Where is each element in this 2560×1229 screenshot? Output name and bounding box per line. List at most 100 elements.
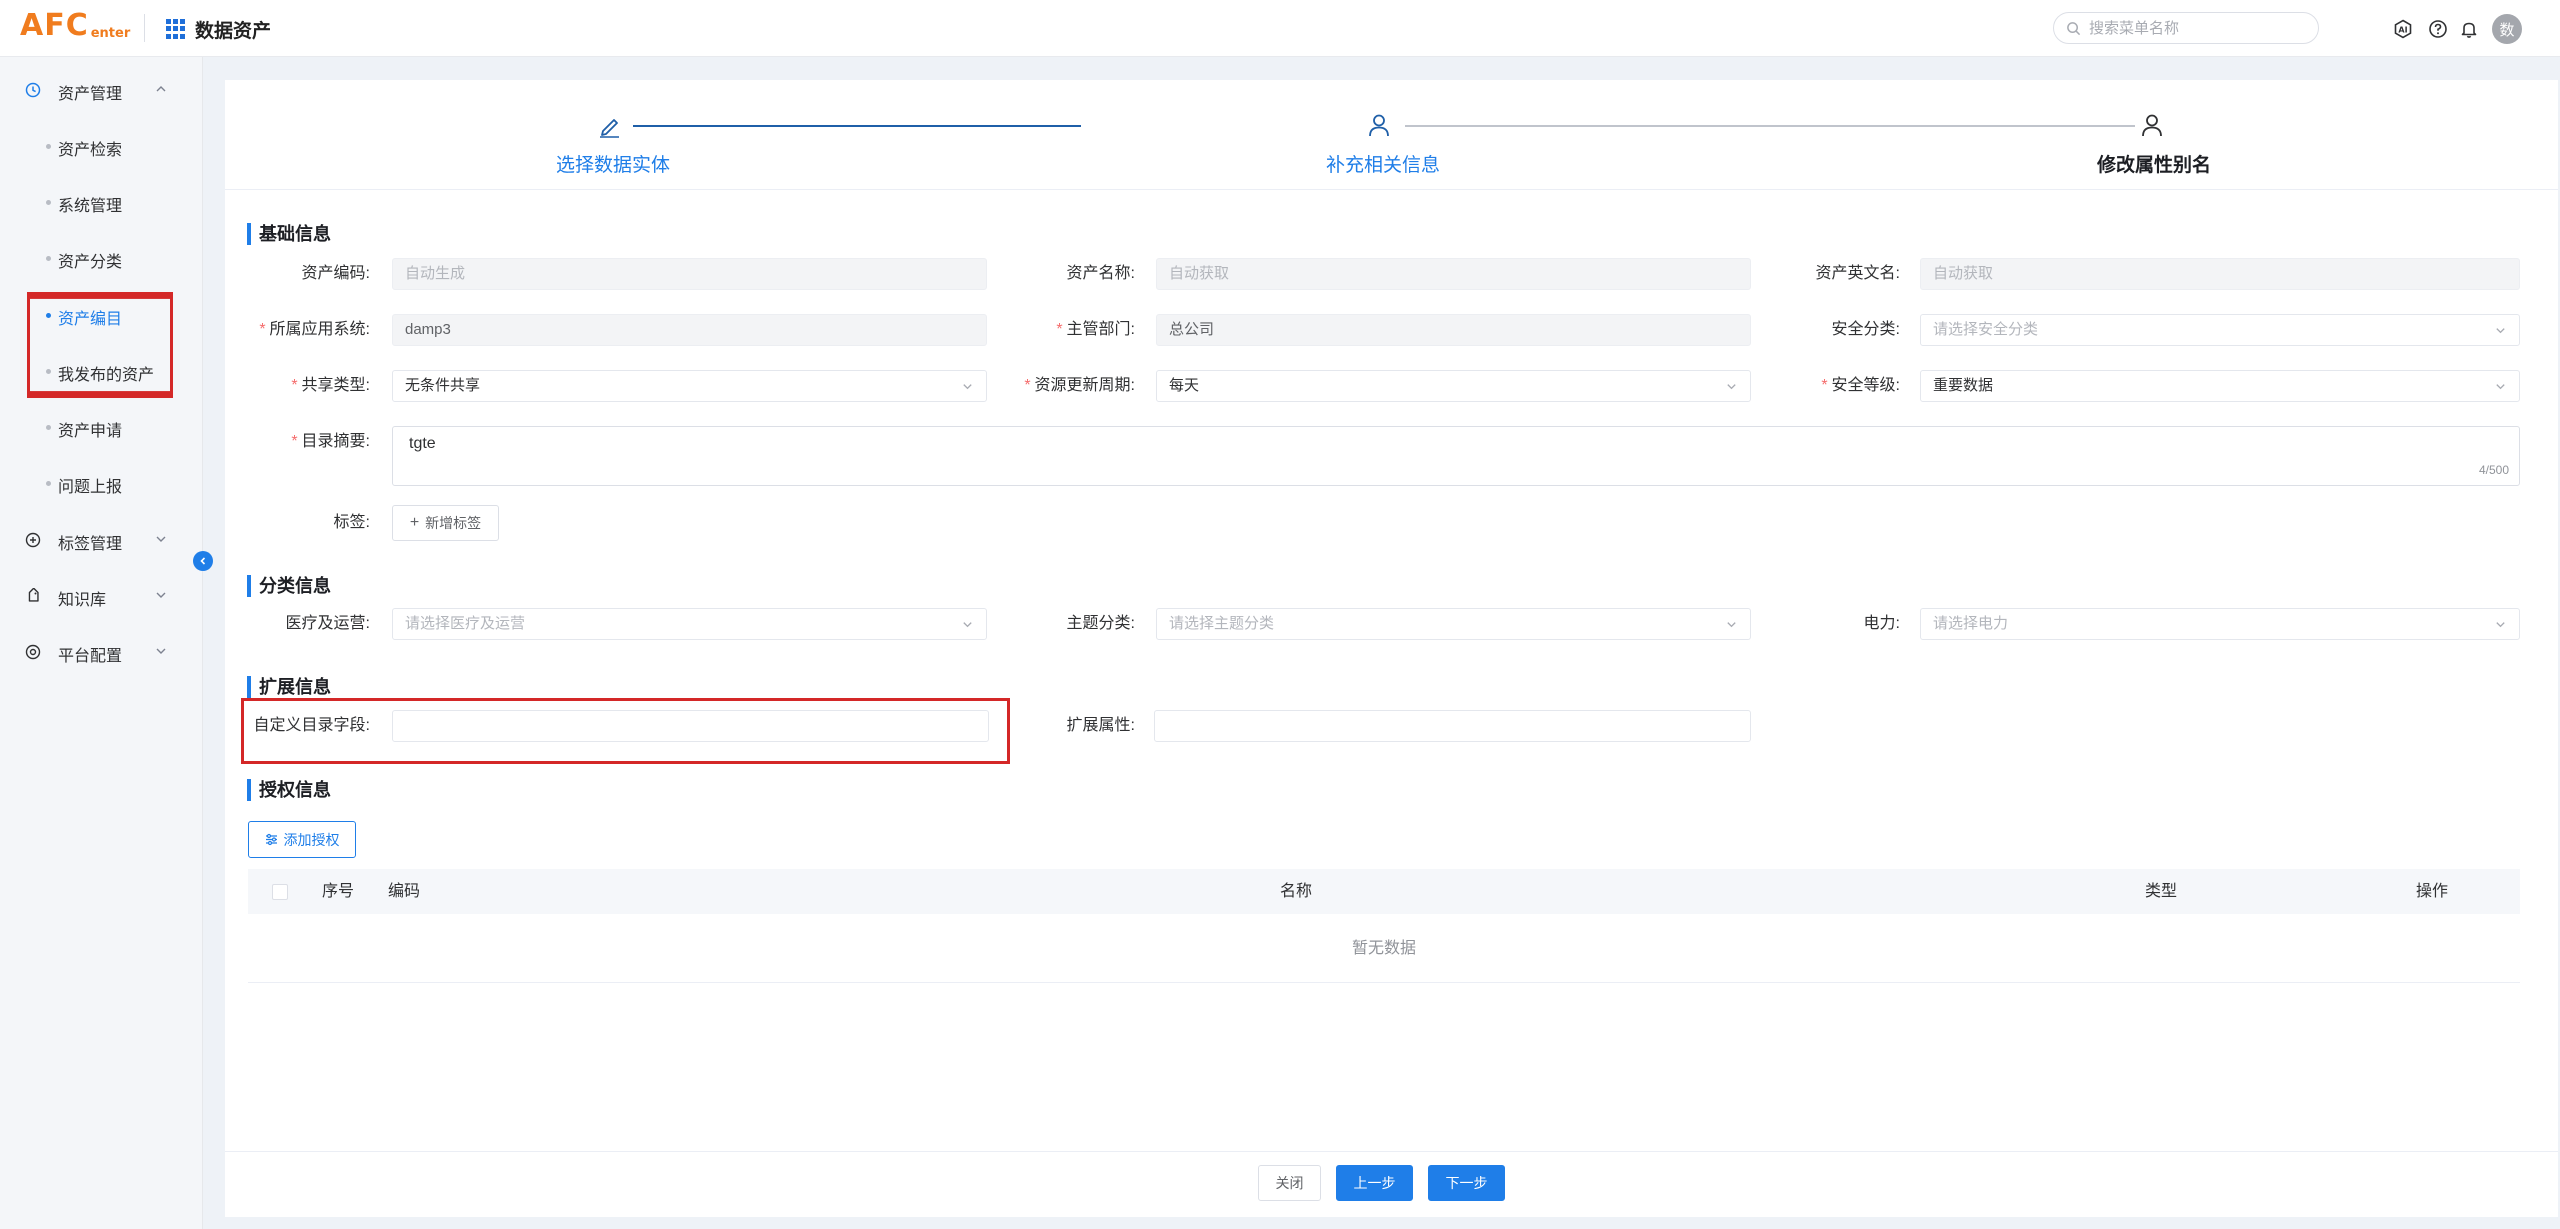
chevron-up-icon — [156, 86, 166, 92]
topic-select[interactable]: 请选择主题分类 — [1156, 608, 1751, 640]
afc-logo[interactable]: AFC enter — [20, 10, 130, 42]
select-placeholder: 请选择安全分类 — [1933, 321, 2039, 338]
share-type-label: * 共享类型: — [291, 377, 370, 394]
menu-group-platform-config[interactable]: 平台配置 — [0, 632, 203, 672]
security-level-select[interactable]: 重要数据 — [1920, 370, 2520, 402]
chevron-down-icon — [2496, 328, 2505, 334]
prev-step-button[interactable]: 上一步 — [1336, 1165, 1413, 1201]
add-auth-button[interactable]: 添加授权 — [248, 821, 356, 858]
add-tag-button[interactable]: + 新增标签 — [392, 505, 499, 541]
table-empty-text: 暂无数据 — [248, 914, 2520, 983]
select-placeholder: 请选择主题分类 — [1169, 615, 1275, 632]
security-level-label: * 安全等级: — [1821, 377, 1900, 394]
sidebar-item-label: 问题上报 — [58, 479, 123, 496]
menu-group-label: 知识库 — [58, 592, 107, 609]
bell-icon[interactable] — [2458, 18, 2480, 40]
menu-group-knowledge-base[interactable]: 知识库 — [0, 576, 203, 616]
summary-label: * 目录摘要: — [291, 433, 370, 450]
top-header: AFC enter 数据资产 AI 数 — [0, 0, 2560, 57]
chevron-down-icon — [1727, 622, 1736, 628]
asset-name-label: 资产名称: — [1066, 265, 1135, 282]
logo-main-text: AFC — [20, 8, 89, 43]
share-type-select[interactable]: 无条件共享 — [392, 370, 987, 402]
select-value: 重要数据 — [1933, 377, 1994, 394]
target-icon — [25, 644, 41, 660]
asset-en-name-input[interactable]: 自动获取 — [1920, 258, 2520, 290]
chevron-down-icon — [156, 536, 166, 542]
plus-circle-icon — [25, 532, 41, 548]
close-button[interactable]: 关闭 — [1258, 1165, 1321, 1201]
sidebar-item-asset-request[interactable]: 资产申请 — [0, 407, 203, 447]
sidebar-item-system-management[interactable]: 系统管理 — [0, 182, 203, 222]
department-input[interactable]: 总公司 — [1156, 314, 1751, 346]
user-avatar[interactable]: 数 — [2492, 14, 2522, 44]
add-tag-label: 新增标签 — [425, 515, 482, 531]
select-value: 无条件共享 — [405, 377, 481, 394]
step-connector-pending — [1405, 125, 2135, 127]
power-label: 电力: — [1863, 615, 1900, 632]
column-header-name: 名称 — [1280, 883, 1313, 900]
tags-label: 标签: — [333, 514, 370, 531]
sliders-icon — [265, 833, 277, 846]
sidebar: 资产管理 资产检索 系统管理 资产分类 资产编目 我发布的资产 资产申请 问题上… — [0, 57, 203, 1229]
user-icon — [1369, 114, 1389, 137]
app-system-input[interactable]: damp3 — [392, 314, 987, 346]
section-title-auth: 授权信息 — [247, 779, 331, 801]
user-icon — [2142, 114, 2162, 137]
power-select[interactable]: 请选择电力 — [1920, 608, 2520, 640]
stepper: 选择数据实体 补充相关信息 修改属性别名 — [225, 80, 2558, 190]
medical-label: 医疗及运营: — [285, 615, 370, 632]
asset-en-name-label: 资产英文名: — [1815, 265, 1900, 282]
menu-group-asset-management[interactable]: 资产管理 — [0, 70, 203, 110]
menu-group-tag-management[interactable]: 标签管理 — [0, 520, 203, 560]
ai-icon[interactable]: AI — [2392, 18, 2414, 40]
summary-textarea[interactable]: tgte 4/500 — [392, 426, 2520, 486]
sidebar-item-asset-classification[interactable]: 资产分类 — [0, 238, 203, 278]
step-label-modify-alias[interactable]: 修改属性别名 — [2097, 150, 2211, 177]
help-icon[interactable] — [2427, 18, 2449, 40]
next-step-button[interactable]: 下一步 — [1428, 1165, 1505, 1201]
chevron-down-icon — [963, 384, 972, 390]
chevron-left-icon — [200, 557, 206, 565]
menu-search-input[interactable] — [2089, 19, 2289, 37]
search-icon — [2067, 21, 2081, 35]
step-label-select-entity[interactable]: 选择数据实体 — [556, 150, 670, 177]
sidebar-item-label: 系统管理 — [58, 198, 123, 215]
bullet-dot — [46, 144, 51, 149]
select-all-checkbox[interactable] — [272, 884, 288, 900]
highlight-box — [241, 698, 1010, 764]
ext-attr-label: 扩展属性: — [1066, 717, 1135, 734]
asset-name-input[interactable]: 自动获取 — [1156, 258, 1751, 290]
department-label: * 主管部门: — [1056, 321, 1135, 338]
step-connector-done — [633, 125, 1081, 127]
topic-label: 主题分类: — [1066, 615, 1135, 632]
ext-attr-input[interactable] — [1154, 710, 1751, 742]
menu-search-box[interactable] — [2053, 12, 2319, 44]
bullet-dot — [46, 425, 51, 430]
chevron-down-icon — [2496, 622, 2505, 628]
sidebar-item-issue-report[interactable]: 问题上报 — [0, 463, 203, 503]
security-class-select[interactable]: 请选择安全分类 — [1920, 314, 2520, 346]
chevron-down-icon — [1727, 384, 1736, 390]
section-title-basic: 基础信息 — [247, 223, 331, 245]
form-footer: 关闭 上一步 下一步 — [225, 1151, 2558, 1217]
apps-grid-icon[interactable] — [166, 19, 186, 39]
sidebar-collapse-button[interactable] — [193, 551, 213, 571]
asset-code-label: 资产编码: — [301, 265, 370, 282]
tag-icon — [28, 588, 39, 602]
app-system-label: * 所属应用系统: — [259, 321, 370, 338]
pencil-icon — [600, 119, 619, 138]
column-header-action: 操作 — [2416, 883, 2449, 900]
update-cycle-select[interactable]: 每天 — [1156, 370, 1751, 402]
section-title-extension: 扩展信息 — [247, 676, 331, 698]
step-label-supplement-info[interactable]: 补充相关信息 — [1326, 150, 1440, 177]
sidebar-item-asset-search[interactable]: 资产检索 — [0, 126, 203, 166]
bullet-dot — [46, 200, 51, 205]
select-placeholder: 请选择电力 — [1933, 615, 2009, 632]
update-cycle-label: * 资源更新周期: — [1024, 377, 1135, 394]
asset-code-input[interactable]: 自动生成 — [392, 258, 987, 290]
bullet-dot — [46, 481, 51, 486]
add-auth-label: 添加授权 — [283, 831, 340, 848]
medical-select[interactable]: 请选择医疗及运营 — [392, 608, 987, 640]
column-header-type: 类型 — [2145, 883, 2178, 900]
